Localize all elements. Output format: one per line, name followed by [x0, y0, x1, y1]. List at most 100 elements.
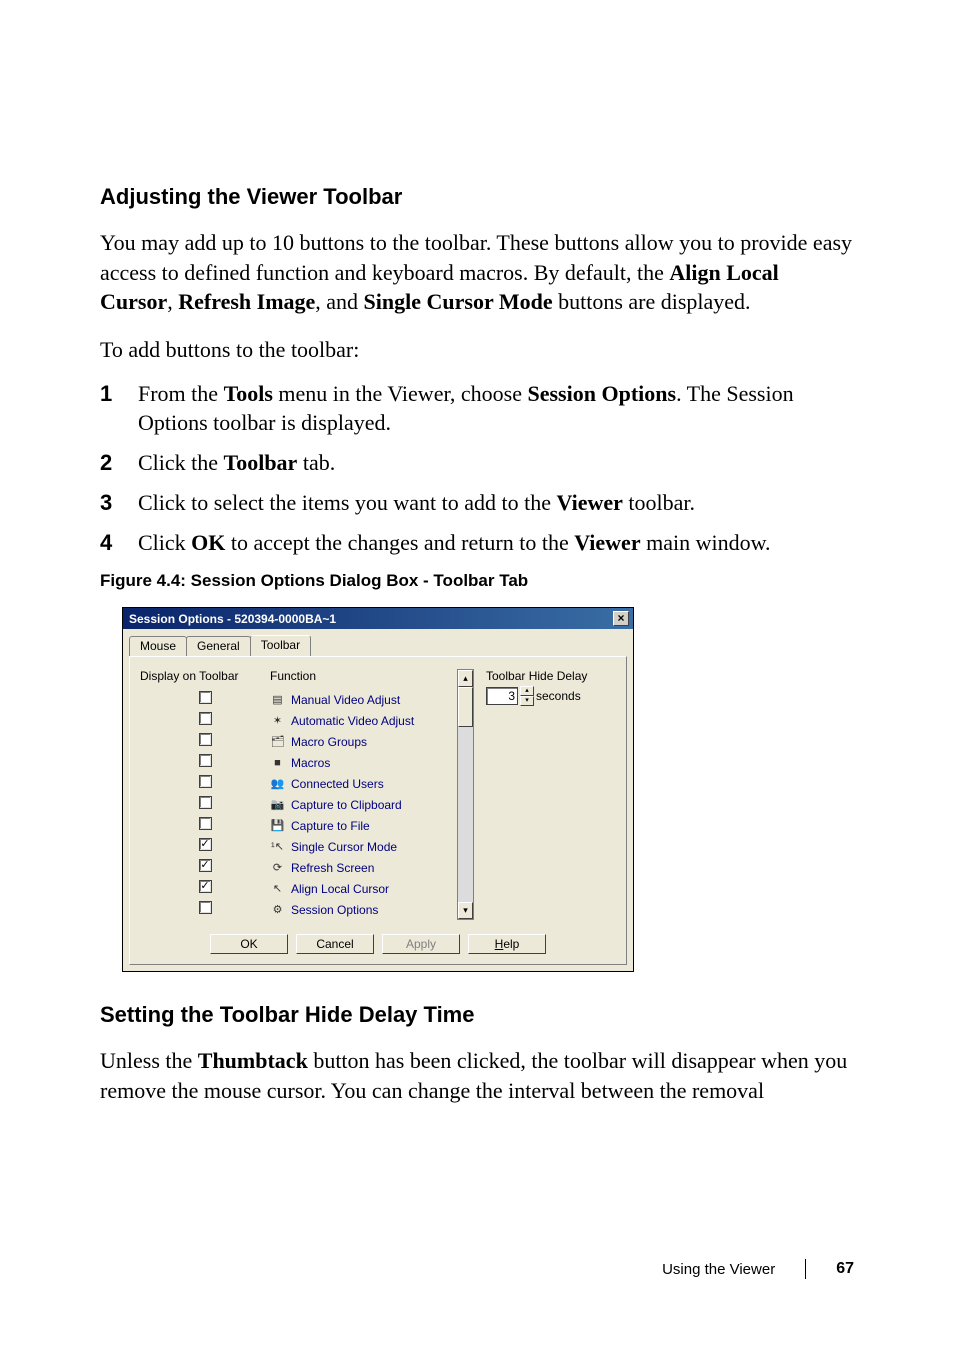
intro-text-tail: buttons are displayed. [553, 289, 751, 314]
cursor1-icon: ¹↖ [270, 839, 285, 854]
toolbar-hide-delay-label: Toolbar Hide Delay [486, 669, 616, 683]
display-on-toolbar-checkbox[interactable] [199, 817, 212, 830]
dialog-titlebar[interactable]: Session Options - 520394-0000BA~1 × [123, 608, 633, 629]
delay-value-input[interactable]: 3 [486, 687, 518, 705]
display-on-toolbar-checkbox[interactable] [199, 712, 212, 725]
toolbar-hide-delay-spinner[interactable]: 3 ▴ ▾ seconds [486, 686, 616, 706]
function-label: Macros [291, 756, 330, 770]
step-1: 1 From the Tools menu in the Viewer, cho… [100, 379, 854, 438]
close-button[interactable]: × [613, 611, 629, 626]
step-number: 4 [100, 528, 138, 558]
display-on-toolbar-checkbox[interactable] [199, 796, 212, 809]
column-header-display: Display on Toolbar [140, 669, 270, 685]
function-list-item[interactable]: 👥Connected Users [270, 773, 453, 794]
function-list-item[interactable]: ¹↖ Single Cursor Mode [270, 836, 453, 857]
function-label: Session Options [291, 903, 378, 917]
step-text-frag: toolbar. [623, 490, 695, 515]
session-options-dialog: Session Options - 520394-0000BA~1 × Mous… [122, 607, 634, 972]
tab-toolbar[interactable]: Toolbar [250, 635, 311, 656]
disk-icon: 💾 [270, 818, 285, 833]
step-text-frag: to accept the changes and return to the [225, 530, 574, 555]
refresh-icon: ⟳ [270, 860, 285, 875]
function-label: Connected Users [291, 777, 384, 791]
function-list-item[interactable]: ■ Macros [270, 752, 453, 773]
step-number: 2 [100, 448, 138, 478]
step-4: 4 Click OK to accept the changes and ret… [100, 528, 854, 558]
footer-section: Using the Viewer [662, 1261, 775, 1278]
document-page: Adjusting the Viewer Toolbar You may add… [0, 0, 954, 1351]
display-on-toolbar-checkbox[interactable] [199, 733, 212, 746]
bold-thumbtack: Thumbtack [198, 1048, 308, 1073]
function-label: Manual Video Adjust [291, 693, 400, 707]
display-on-toolbar-checkbox[interactable] [199, 754, 212, 767]
tabs-row: Mouse General Toolbar [123, 629, 633, 656]
step-2: 2 Click the Toolbar tab. [100, 448, 854, 478]
intro-text-sep2: , and [315, 289, 363, 314]
page-footer: Using the Viewer 67 [100, 1259, 854, 1279]
cursor-icon: ↖ [270, 881, 285, 896]
function-list-item[interactable]: ⟳ Refresh Screen [270, 857, 453, 878]
step-text-frag: menu in the Viewer, choose [273, 381, 528, 406]
function-list-item[interactable]: 🗂 Macro Groups [270, 731, 453, 752]
dialog-title: Session Options - 520394-0000BA~1 [129, 612, 336, 626]
function-list-item[interactable]: ⚙Session Options [270, 899, 453, 920]
step-text: Click OK to accept the changes and retur… [138, 528, 854, 558]
function-list-item[interactable]: 💾Capture to File [270, 815, 453, 836]
cancel-button[interactable]: Cancel [296, 934, 374, 954]
steps-list: 1 From the Tools menu in the Viewer, cho… [100, 379, 854, 557]
tab-content-toolbar: Display on Toolbar ✓ ✓ ✓ Function ▤ Manual … [129, 656, 627, 965]
sliders-icon: ▤ [270, 692, 285, 707]
help-button[interactable]: Help [468, 934, 546, 954]
square-icon: ■ [270, 755, 285, 770]
apply-button[interactable]: Apply [382, 934, 460, 954]
step-text: From the Tools menu in the Viewer, choos… [138, 379, 854, 438]
spinner-down-button[interactable]: ▾ [520, 696, 534, 706]
function-list-item[interactable]: ✶ Automatic Video Adjust [270, 710, 453, 731]
bold-viewer: Viewer [557, 490, 623, 515]
bold-ok: OK [191, 530, 225, 555]
scroll-down-button[interactable]: ▾ [458, 902, 473, 919]
tab-mouse[interactable]: Mouse [129, 636, 187, 656]
camera-icon: 📷 [270, 797, 285, 812]
step-text: Click to select the items you want to ad… [138, 488, 854, 518]
step-text-frag: From the [138, 381, 224, 406]
ok-button[interactable]: OK [210, 934, 288, 954]
display-on-toolbar-checkbox[interactable] [199, 901, 212, 914]
column-header-function: Function [270, 669, 453, 685]
bold-tools: Tools [224, 381, 273, 406]
display-on-toolbar-checkbox[interactable]: ✓ [199, 880, 212, 893]
tab-general[interactable]: General [186, 636, 251, 656]
spinner-up-button[interactable]: ▴ [520, 686, 534, 696]
section-heading-hide-delay: Setting the Toolbar Hide Delay Time [100, 1002, 854, 1028]
function-label: Refresh Screen [291, 861, 374, 875]
step-number: 3 [100, 488, 138, 518]
footer-separator [805, 1259, 806, 1279]
function-list-item[interactable]: 📷 Capture to Clipboard [270, 794, 453, 815]
step-text-frag: main window. [641, 530, 771, 555]
delay-unit-label: seconds [536, 689, 581, 703]
bold-single-cursor-mode: Single Cursor Mode [364, 289, 553, 314]
step-text-frag: Click [138, 530, 191, 555]
scroll-thumb[interactable] [458, 687, 473, 727]
function-list-item[interactable]: ↖Align Local Cursor [270, 878, 453, 899]
wand-icon: ✶ [270, 713, 285, 728]
function-label: Macro Groups [291, 735, 367, 749]
display-on-toolbar-checkbox[interactable]: ✓ [199, 859, 212, 872]
footer-page-number: 67 [836, 1260, 854, 1278]
function-label: Automatic Video Adjust [291, 714, 414, 728]
step-3: 3 Click to select the items you want to … [100, 488, 854, 518]
display-on-toolbar-checkbox[interactable] [199, 775, 212, 788]
function-list-item[interactable]: ▤ Manual Video Adjust [270, 689, 453, 710]
display-on-toolbar-checkbox[interactable]: ✓ [199, 838, 212, 851]
intro-paragraph: You may add up to 10 buttons to the tool… [100, 228, 854, 317]
scroll-up-button[interactable]: ▴ [458, 670, 473, 687]
section-heading-adjusting: Adjusting the Viewer Toolbar [100, 184, 854, 210]
function-label: Capture to Clipboard [291, 798, 402, 812]
function-label: Single Cursor Mode [291, 840, 397, 854]
folders-icon: 🗂 [270, 734, 285, 749]
scrollbar[interactable]: ▴ ▾ [457, 669, 474, 920]
display-on-toolbar-checkbox[interactable] [199, 691, 212, 704]
intro-text-sep1: , [167, 289, 178, 314]
bold-viewer: Viewer [574, 530, 640, 555]
bold-session-options: Session Options [528, 381, 677, 406]
